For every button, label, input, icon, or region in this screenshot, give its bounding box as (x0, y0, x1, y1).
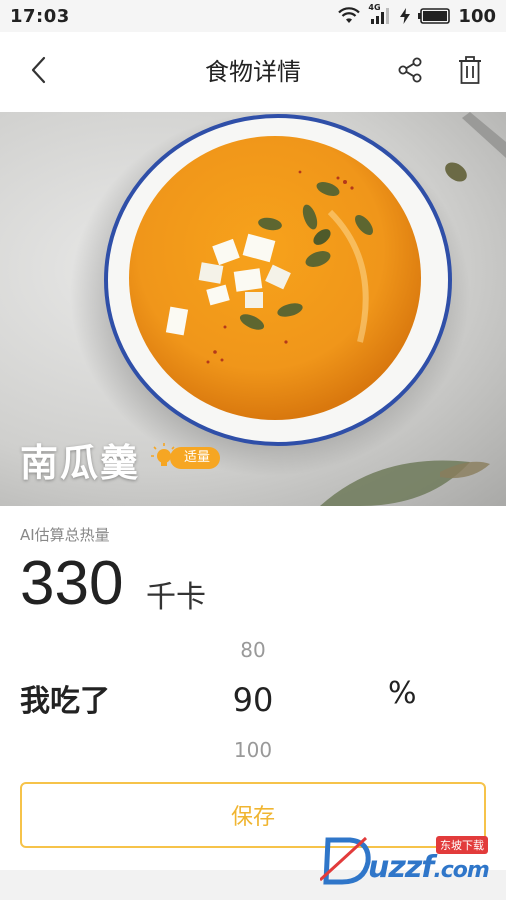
delete-button[interactable] (452, 54, 488, 90)
signal-icon: 4G (368, 3, 392, 25)
picker-option-prev[interactable]: 80 (190, 630, 316, 670)
network-type: 4G (368, 3, 381, 12)
portion-badge[interactable]: 适量 (150, 443, 221, 472)
calorie-panel: AI估算总热量 330 千卡 我吃了 80 90 100 % 保存 (0, 506, 506, 870)
battery-level: 100 (458, 5, 496, 27)
food-name: 南瓜羹 (20, 441, 141, 485)
wifi-icon (338, 7, 361, 25)
portion-label: 适量 (170, 447, 221, 469)
share-icon (396, 56, 424, 88)
watermark-tag: 东坡下载 (436, 836, 488, 854)
share-button[interactable] (392, 54, 428, 90)
status-bar: 17:03 4G 100 (0, 0, 506, 32)
watermark-logo: uzzf.com 东坡下载 (320, 832, 500, 888)
trash-icon (457, 55, 483, 89)
picker-option-selected[interactable]: 90 (190, 670, 316, 730)
percent-unit: % (388, 676, 417, 711)
intake-label: 我吃了 (20, 684, 110, 719)
charging-icon (400, 8, 411, 24)
percent-picker[interactable]: 80 90 100 (190, 630, 316, 770)
watermark-text: uzzf.com (368, 850, 490, 885)
back-button[interactable] (20, 54, 56, 90)
status-icons: 4G 100 (338, 3, 496, 27)
nav-bar: 食物详情 (0, 32, 506, 112)
calorie-unit: 千卡 (146, 580, 206, 615)
page-title: 食物详情 (205, 58, 301, 86)
battery-icon (418, 8, 451, 24)
calorie-value: 330 (20, 549, 124, 618)
picker-option-next[interactable]: 100 (190, 730, 316, 770)
status-time: 17:03 (10, 5, 70, 27)
chevron-left-icon (29, 56, 47, 88)
calorie-label: AI估算总热量 (20, 526, 110, 544)
